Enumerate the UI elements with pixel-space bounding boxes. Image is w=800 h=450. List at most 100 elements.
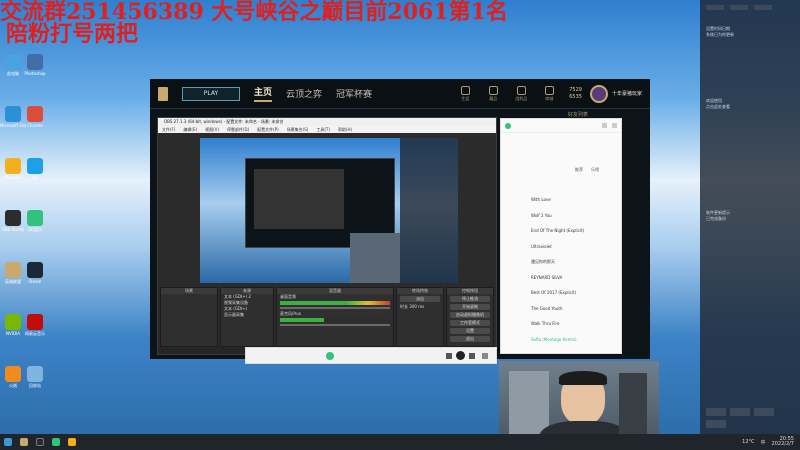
lol-taskbar-icon[interactable]	[20, 438, 28, 446]
weather-temp[interactable]: 12°C	[742, 439, 754, 445]
scenes-panel: 场景	[160, 287, 218, 347]
obs-menu-item[interactable]: 场景集合(S)	[287, 126, 309, 133]
notif-toggle[interactable]	[706, 4, 724, 10]
music-tab[interactable]: 推荐	[575, 167, 583, 173]
desktop-shortcut[interactable]: QQ音乐	[22, 210, 48, 233]
lol-icon-label: 战利品	[515, 95, 528, 101]
notif-toggle[interactable]	[754, 4, 772, 10]
mixer-channel-label: 桌面音频	[280, 294, 296, 299]
lol-logo-icon	[158, 86, 168, 101]
next-icon[interactable]	[469, 353, 475, 359]
app-icon	[27, 158, 43, 174]
taskbar: 12°C 中 20:55 2022/2/7	[0, 434, 800, 450]
song-item[interactable]: Ultraviolet	[501, 244, 621, 260]
store-icon	[544, 85, 554, 95]
gaming-chair	[619, 373, 647, 443]
obs-menu-bar: 文件(F) 编辑(E) 视图(V) 停靠部件(D) 配置文件(P) 场景集合(S) 工具(T…	[158, 126, 496, 133]
app-icon	[5, 262, 21, 278]
settings-button[interactable]: 设置	[450, 328, 490, 334]
volume-slider[interactable]	[280, 324, 390, 326]
notif-item[interactable]: 系统已为你更新	[700, 32, 800, 38]
song-item[interactable]: The Good Youth	[501, 306, 621, 322]
stop-streaming-button[interactable]: 停止推流	[450, 296, 490, 302]
source-item[interactable]: 显示器采集	[221, 312, 273, 318]
prev-icon[interactable]	[446, 353, 452, 359]
lol-tab-clash[interactable]: 冠军杯赛	[336, 87, 372, 100]
transitions-header: 转场特效	[397, 288, 443, 294]
input-language[interactable]: 中	[761, 439, 766, 446]
notif-item[interactable]: 已完成备份	[700, 216, 800, 222]
mixer-panel: 混音器 桌面音频 麦克风/Aux	[276, 287, 394, 347]
minimize-icon[interactable]	[602, 123, 607, 128]
desktop-shortcut[interactable]: 网易云音乐	[22, 314, 48, 337]
song-item[interactable]: Sofia (Montage Remix)	[501, 337, 621, 353]
lol-collection-button[interactable]: 藏品	[479, 85, 507, 102]
summoner-avatar[interactable]	[589, 84, 608, 103]
lol-icon-label: 商城	[545, 95, 554, 101]
music-tab[interactable]: 乐馆	[591, 167, 599, 173]
music-control-bar	[245, 347, 497, 364]
song-item[interactable]: End Of The Night (Explicit)	[501, 228, 621, 244]
obs-menu-item[interactable]: 配置文件(P)	[257, 126, 279, 133]
desktop-shortcut[interactable]: QQ	[22, 158, 48, 180]
lol-profile-button[interactable]: 生涯	[451, 85, 479, 102]
app-icon	[27, 54, 43, 70]
song-item[interactable]: REYNARD SILVA	[501, 275, 621, 291]
desktop-shortcut-label: Photoshop	[24, 71, 46, 76]
notif-item[interactable]: 点击此处查看	[700, 104, 800, 110]
close-icon[interactable]	[612, 123, 617, 128]
lol-icon-label: 藏品	[489, 95, 498, 101]
app-icon	[5, 158, 21, 174]
quick-action-button[interactable]	[754, 408, 774, 416]
obs-taskbar-icon[interactable]	[36, 438, 44, 446]
obs-menu-item[interactable]: 帮助(H)	[338, 126, 352, 133]
clock-date[interactable]: 2022/2/7	[772, 442, 794, 447]
system-tray: 12°C 中 20:55 2022/2/7	[742, 434, 794, 450]
loot-icon	[516, 85, 526, 95]
duration-value[interactable]: 300 ms	[409, 304, 424, 309]
obs-menu-item[interactable]: 停靠部件(D)	[227, 126, 249, 133]
notif-toggle[interactable]	[730, 4, 748, 10]
volume-slider[interactable]	[280, 307, 390, 309]
desktop-shortcut[interactable]: 回收站	[22, 366, 48, 389]
obs-menu-item[interactable]: 编辑(E)	[183, 126, 197, 133]
lol-tab-home[interactable]: 主页	[254, 85, 273, 102]
desktop-shortcut[interactable]: Steam	[22, 262, 48, 284]
desktop-shortcut[interactable]: Photoshop	[22, 54, 48, 76]
lol-loot-button[interactable]: 战利品	[507, 85, 535, 102]
stream-overlay-line2: 陪粉打号两把	[6, 21, 139, 47]
quick-action-button[interactable]	[730, 408, 750, 416]
song-item[interactable]: With Love	[501, 197, 621, 213]
virtual-camera-button[interactable]: 启动虚拟摄像机	[450, 312, 490, 318]
desktop-shortcut[interactable]: Chrome	[22, 106, 48, 128]
lol-store-button[interactable]: 商城	[535, 85, 563, 102]
obs-preview[interactable]	[200, 138, 458, 283]
wegame-taskbar-icon[interactable]	[68, 438, 76, 446]
song-item[interactable]: Best Of 2017 (Explicit)	[501, 290, 621, 306]
obs-menu-item[interactable]: 工具(T)	[316, 126, 330, 133]
start-recording-button[interactable]: 开始录制	[450, 304, 490, 310]
obs-menu-item[interactable]: 文件(F)	[162, 126, 175, 133]
controls-panel: 控制按钮 停止推流 开始录制 启动虚拟摄像机 工作室模式 设置 退出	[446, 287, 494, 347]
obs-menu-item[interactable]: 视图(V)	[205, 126, 219, 133]
song-item[interactable]: Walk Thru Fire	[501, 321, 621, 337]
quick-action-button[interactable]	[706, 420, 726, 428]
lol-tab-tft[interactable]: 云顶之弈	[286, 87, 322, 100]
app-icon	[27, 106, 43, 122]
exit-button[interactable]: 退出	[450, 336, 490, 342]
song-item[interactable]: Wolf 2 You	[501, 213, 621, 229]
sources-panel: 来源 文本 (GDI+) 2 视频采集设备 文本 (GDI+) 显示器采集	[220, 287, 274, 347]
play-pause-icon[interactable]	[456, 351, 465, 360]
song-item[interactable]: 遇见你的那天	[501, 259, 621, 275]
lol-play-button[interactable]: PLAY	[182, 86, 240, 101]
transition-select[interactable]: 淡出	[400, 296, 440, 302]
start-icon[interactable]	[4, 438, 12, 446]
music-taskbar-icon[interactable]	[52, 438, 60, 446]
transitions-panel: 转场特效 淡出 时长 300 ms	[396, 287, 444, 347]
quick-action-button[interactable]	[706, 408, 726, 416]
app-icon	[27, 210, 43, 226]
studio-mode-button[interactable]: 工作室模式	[450, 320, 490, 326]
desktop-shortcut-label: 网易云音乐	[25, 331, 45, 336]
song-list: With Love Wolf 2 You End Of The Night (Exp…	[501, 197, 621, 352]
playlist-icon[interactable]	[482, 353, 488, 359]
